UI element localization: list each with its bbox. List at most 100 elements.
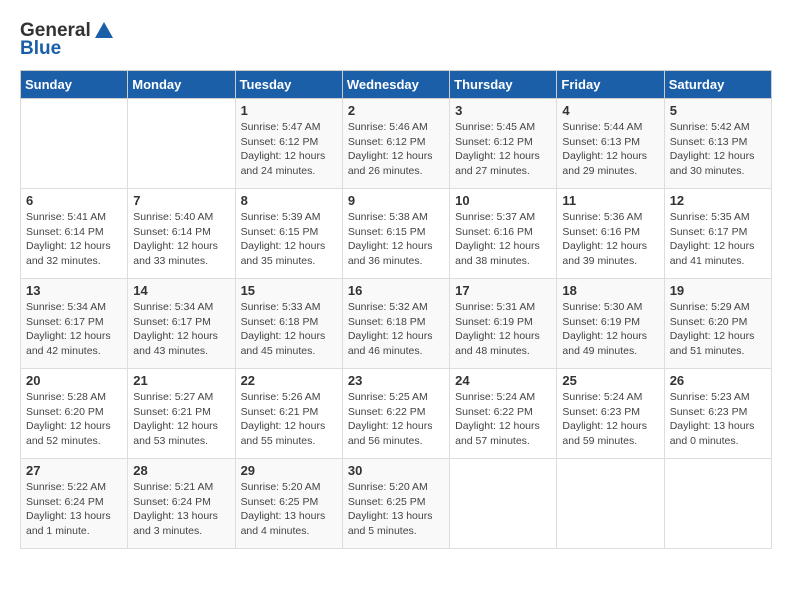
day-info: Sunrise: 5:41 AMSunset: 6:14 PMDaylight:…	[26, 210, 122, 269]
calendar-cell: 14 Sunrise: 5:34 AMSunset: 6:17 PMDayligh…	[128, 279, 235, 369]
day-number: 2	[348, 103, 444, 118]
day-info: Sunrise: 5:22 AMSunset: 6:24 PMDaylight:…	[26, 480, 122, 539]
day-info: Sunrise: 5:32 AMSunset: 6:18 PMDaylight:…	[348, 300, 444, 359]
calendar-cell: 24 Sunrise: 5:24 AMSunset: 6:22 PMDayligh…	[450, 369, 557, 459]
day-number: 12	[670, 193, 766, 208]
day-info: Sunrise: 5:24 AMSunset: 6:22 PMDaylight:…	[455, 390, 551, 449]
day-info: Sunrise: 5:27 AMSunset: 6:21 PMDaylight:…	[133, 390, 229, 449]
calendar-cell: 13 Sunrise: 5:34 AMSunset: 6:17 PMDayligh…	[21, 279, 128, 369]
day-number: 9	[348, 193, 444, 208]
header: General Blue	[20, 20, 772, 60]
day-number: 29	[241, 463, 337, 478]
week-row-3: 13 Sunrise: 5:34 AMSunset: 6:17 PMDayligh…	[21, 279, 772, 369]
day-number: 27	[26, 463, 122, 478]
calendar-cell	[557, 459, 664, 549]
day-number: 7	[133, 193, 229, 208]
day-info: Sunrise: 5:20 AMSunset: 6:25 PMDaylight:…	[348, 480, 444, 539]
calendar-cell: 25 Sunrise: 5:24 AMSunset: 6:23 PMDayligh…	[557, 369, 664, 459]
day-number: 11	[562, 193, 658, 208]
day-info: Sunrise: 5:24 AMSunset: 6:23 PMDaylight:…	[562, 390, 658, 449]
day-info: Sunrise: 5:33 AMSunset: 6:18 PMDaylight:…	[241, 300, 337, 359]
day-number: 18	[562, 283, 658, 298]
weekday-header-monday: Monday	[128, 71, 235, 99]
calendar-cell	[128, 99, 235, 189]
day-info: Sunrise: 5:34 AMSunset: 6:17 PMDaylight:…	[26, 300, 122, 359]
calendar-cell: 20Sunrise: 5:28 AMSunset: 6:20 PMDayligh…	[21, 369, 128, 459]
calendar-cell: 10 Sunrise: 5:37 AMSunset: 6:16 PMDayligh…	[450, 189, 557, 279]
day-info: Sunrise: 5:25 AMSunset: 6:22 PMDaylight:…	[348, 390, 444, 449]
day-info: Sunrise: 5:39 AMSunset: 6:15 PMDaylight:…	[241, 210, 337, 269]
day-info: Sunrise: 5:20 AMSunset: 6:25 PMDaylight:…	[241, 480, 337, 539]
calendar-cell: 7Sunrise: 5:40 AMSunset: 6:14 PMDaylight…	[128, 189, 235, 279]
calendar-cell: 9 Sunrise: 5:38 AMSunset: 6:15 PMDaylight…	[342, 189, 449, 279]
calendar-cell: 17 Sunrise: 5:31 AMSunset: 6:19 PMDayligh…	[450, 279, 557, 369]
calendar-cell: 26 Sunrise: 5:23 AMSunset: 6:23 PMDayligh…	[664, 369, 771, 459]
calendar-cell: 2 Sunrise: 5:46 AMSunset: 6:12 PMDaylight…	[342, 99, 449, 189]
day-info: Sunrise: 5:46 AMSunset: 6:12 PMDaylight:…	[348, 120, 444, 179]
weekday-header-thursday: Thursday	[450, 71, 557, 99]
day-info: Sunrise: 5:35 AMSunset: 6:17 PMDaylight:…	[670, 210, 766, 269]
calendar-cell: 15Sunrise: 5:33 AMSunset: 6:18 PMDayligh…	[235, 279, 342, 369]
calendar-cell: 27 Sunrise: 5:22 AMSunset: 6:24 PMDayligh…	[21, 459, 128, 549]
day-info: Sunrise: 5:21 AMSunset: 6:24 PMDaylight:…	[133, 480, 229, 539]
day-info: Sunrise: 5:23 AMSunset: 6:23 PMDaylight:…	[670, 390, 766, 449]
day-number: 13	[26, 283, 122, 298]
week-row-5: 27 Sunrise: 5:22 AMSunset: 6:24 PMDayligh…	[21, 459, 772, 549]
calendar-cell: 16 Sunrise: 5:32 AMSunset: 6:18 PMDayligh…	[342, 279, 449, 369]
calendar-cell: 11 Sunrise: 5:36 AMSunset: 6:16 PMDayligh…	[557, 189, 664, 279]
day-number: 24	[455, 373, 551, 388]
calendar-cell: 3Sunrise: 5:45 AMSunset: 6:12 PMDaylight…	[450, 99, 557, 189]
logo-blue-text: Blue	[20, 38, 61, 60]
day-info: Sunrise: 5:34 AMSunset: 6:17 PMDaylight:…	[133, 300, 229, 359]
calendar-cell	[664, 459, 771, 549]
day-number: 28	[133, 463, 229, 478]
weekday-header-sunday: Sunday	[21, 71, 128, 99]
day-number: 5	[670, 103, 766, 118]
calendar-cell: 28 Sunrise: 5:21 AMSunset: 6:24 PMDayligh…	[128, 459, 235, 549]
day-number: 10	[455, 193, 551, 208]
day-number: 25	[562, 373, 658, 388]
logo: General Blue	[20, 20, 115, 60]
calendar-cell: 4Sunrise: 5:44 AMSunset: 6:13 PMDaylight…	[557, 99, 664, 189]
day-number: 1	[241, 103, 337, 118]
calendar-cell: 29 Sunrise: 5:20 AMSunset: 6:25 PMDayligh…	[235, 459, 342, 549]
calendar-cell: 30 Sunrise: 5:20 AMSunset: 6:25 PMDayligh…	[342, 459, 449, 549]
day-number: 4	[562, 103, 658, 118]
day-number: 19	[670, 283, 766, 298]
day-info: Sunrise: 5:36 AMSunset: 6:16 PMDaylight:…	[562, 210, 658, 269]
calendar-cell	[21, 99, 128, 189]
calendar-cell: 22Sunrise: 5:26 AMSunset: 6:21 PMDayligh…	[235, 369, 342, 459]
day-info: Sunrise: 5:26 AMSunset: 6:21 PMDaylight:…	[241, 390, 337, 449]
week-row-1: 1 Sunrise: 5:47 AMSunset: 6:12 PMDaylight…	[21, 99, 772, 189]
day-info: Sunrise: 5:38 AMSunset: 6:15 PMDaylight:…	[348, 210, 444, 269]
day-number: 3	[455, 103, 551, 118]
calendar-cell: 5Sunrise: 5:42 AMSunset: 6:13 PMDaylight…	[664, 99, 771, 189]
day-number: 23	[348, 373, 444, 388]
week-row-4: 20Sunrise: 5:28 AMSunset: 6:20 PMDayligh…	[21, 369, 772, 459]
day-number: 26	[670, 373, 766, 388]
weekday-header-wednesday: Wednesday	[342, 71, 449, 99]
calendar-table: SundayMondayTuesdayWednesdayThursdayFrid…	[20, 70, 772, 549]
calendar-cell: 21 Sunrise: 5:27 AMSunset: 6:21 PMDayligh…	[128, 369, 235, 459]
day-info: Sunrise: 5:47 AMSunset: 6:12 PMDaylight:…	[241, 120, 337, 179]
day-number: 14	[133, 283, 229, 298]
calendar-cell: 1 Sunrise: 5:47 AMSunset: 6:12 PMDaylight…	[235, 99, 342, 189]
day-number: 30	[348, 463, 444, 478]
logo-icon	[93, 20, 115, 42]
calendar-cell: 18 Sunrise: 5:30 AMSunset: 6:19 PMDayligh…	[557, 279, 664, 369]
week-row-2: 6Sunrise: 5:41 AMSunset: 6:14 PMDaylight…	[21, 189, 772, 279]
day-info: Sunrise: 5:30 AMSunset: 6:19 PMDaylight:…	[562, 300, 658, 359]
day-info: Sunrise: 5:31 AMSunset: 6:19 PMDaylight:…	[455, 300, 551, 359]
weekday-header-saturday: Saturday	[664, 71, 771, 99]
day-number: 8	[241, 193, 337, 208]
weekday-header-friday: Friday	[557, 71, 664, 99]
calendar-cell: 6Sunrise: 5:41 AMSunset: 6:14 PMDaylight…	[21, 189, 128, 279]
weekday-header-row: SundayMondayTuesdayWednesdayThursdayFrid…	[21, 71, 772, 99]
calendar-cell: 19 Sunrise: 5:29 AMSunset: 6:20 PMDayligh…	[664, 279, 771, 369]
day-info: Sunrise: 5:29 AMSunset: 6:20 PMDaylight:…	[670, 300, 766, 359]
day-number: 21	[133, 373, 229, 388]
day-info: Sunrise: 5:37 AMSunset: 6:16 PMDaylight:…	[455, 210, 551, 269]
day-number: 16	[348, 283, 444, 298]
day-number: 17	[455, 283, 551, 298]
calendar-cell: 23 Sunrise: 5:25 AMSunset: 6:22 PMDayligh…	[342, 369, 449, 459]
